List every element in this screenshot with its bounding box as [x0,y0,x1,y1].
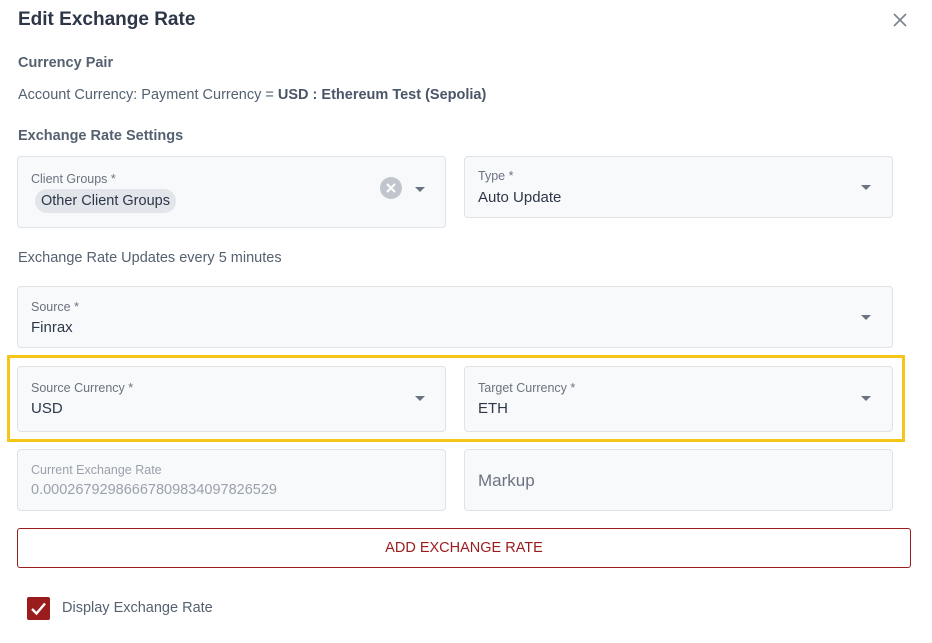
add-exchange-rate-button[interactable]: ADD EXCHANGE RATE [17,528,911,568]
display-exchange-rate-label: Display Exchange Rate [62,600,213,616]
currency-pair-prefix: Account Currency: Payment Currency = [18,87,278,103]
exchange-rate-settings-heading: Exchange Rate Settings [18,128,184,144]
currency-pair-line: Account Currency: Payment Currency = USD… [18,87,486,103]
chevron-down-icon[interactable] [415,396,425,401]
source-currency-select[interactable]: Source Currency * USD [17,366,446,432]
client-group-chip[interactable]: Other Client Groups [35,189,176,213]
current-exchange-rate-label: Current Exchange Rate [31,463,162,477]
target-currency-value: ETH [478,400,508,417]
type-label: Type * [478,169,514,183]
chevron-down-icon[interactable] [861,396,871,401]
type-value: Auto Update [478,189,562,206]
source-label: Source * [31,300,79,314]
source-currency-value: USD [31,400,63,417]
chevron-down-icon[interactable] [861,315,871,320]
markup-placeholder: Markup [478,471,535,490]
client-groups-label: Client Groups * [31,172,116,186]
chevron-down-icon[interactable] [861,185,871,190]
target-currency-label: Target Currency * [478,381,576,395]
currency-pair-heading: Currency Pair [18,55,114,71]
chevron-down-icon[interactable] [415,187,425,192]
clear-icon[interactable] [380,177,402,199]
source-value: Finrax [31,319,73,336]
target-currency-select[interactable]: Target Currency * ETH [464,366,893,432]
current-exchange-rate-value: 0.00026792986667809834097826529 [31,482,277,498]
source-select[interactable]: Source * Finrax [17,286,893,348]
checkmark-icon [31,602,46,616]
source-currency-label: Source Currency * [31,381,134,395]
currency-pair-value: USD : Ethereum Test (Sepolia) [277,87,487,103]
update-frequency-text: Exchange Rate Updates every 5 minutes [18,250,282,266]
close-icon[interactable] [890,10,910,30]
type-select[interactable]: Type * Auto Update [464,156,893,218]
display-exchange-rate-checkbox[interactable] [27,597,50,620]
markup-input[interactable]: Markup [464,449,893,511]
dialog-title: Edit Exchange Rate [18,9,196,30]
current-exchange-rate-field: Current Exchange Rate 0.0002679298666780… [17,449,446,511]
client-groups-select[interactable]: Client Groups * Other Client Groups [17,156,446,228]
